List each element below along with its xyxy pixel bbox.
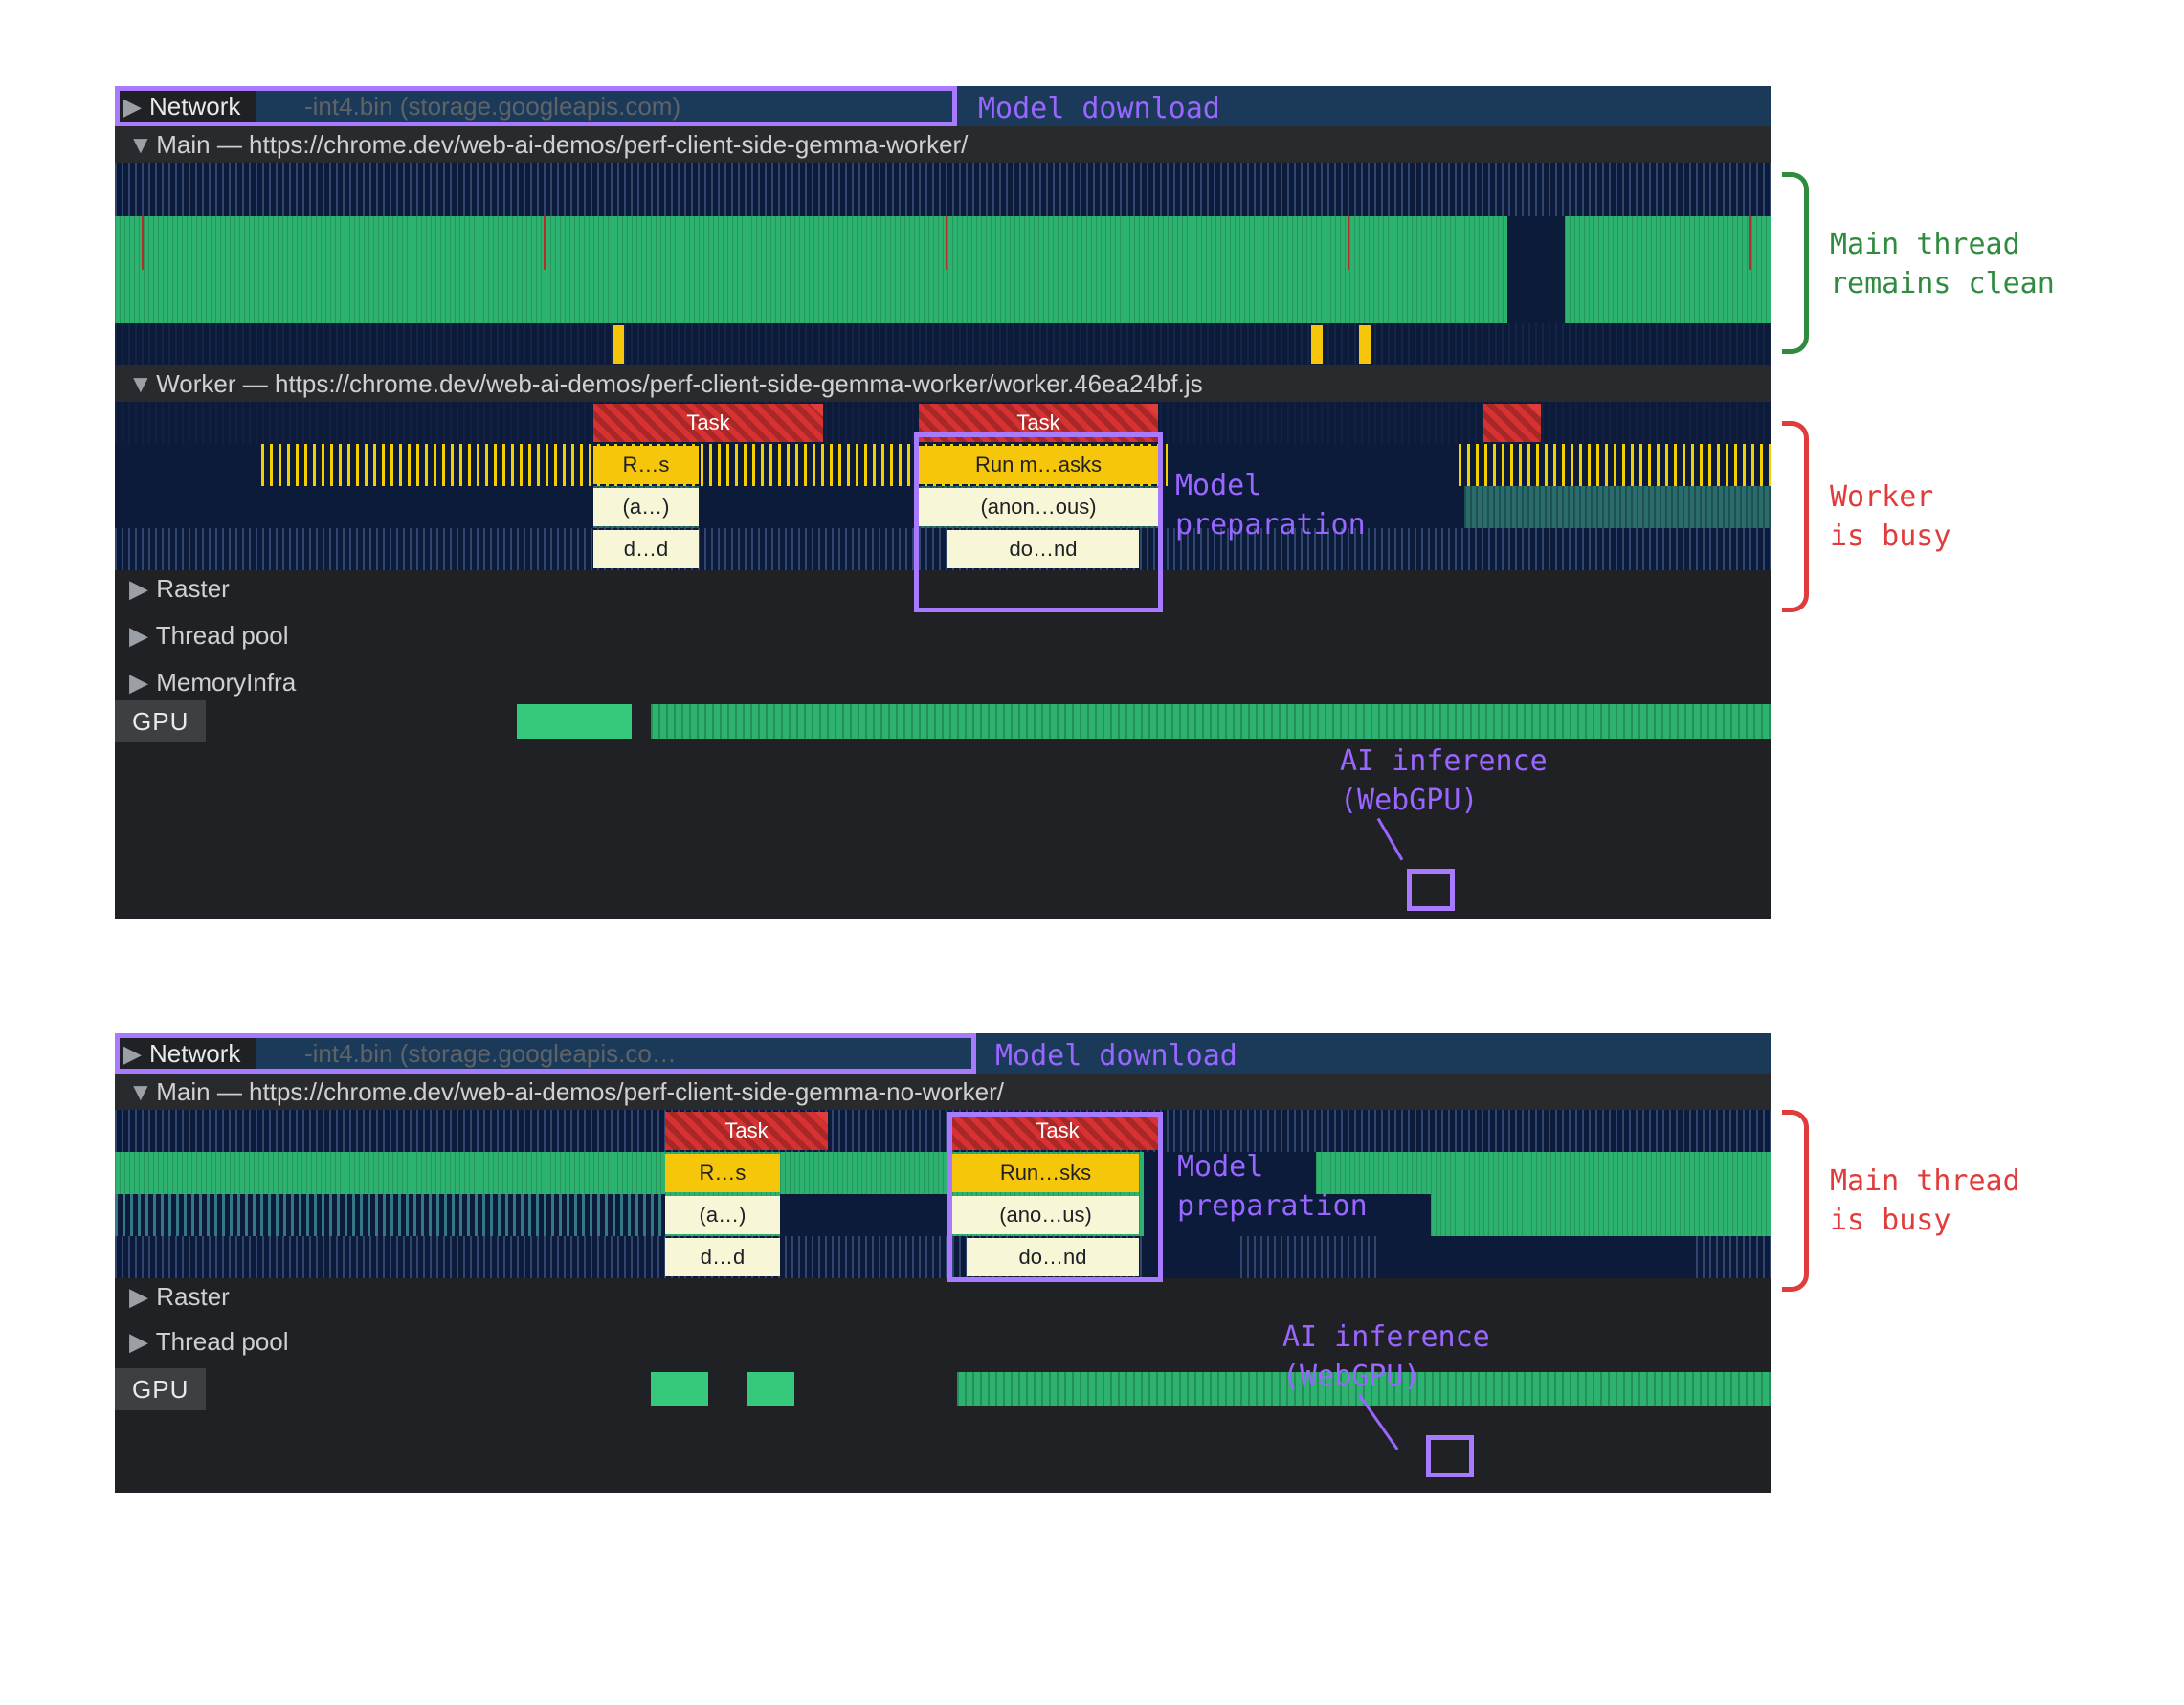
- expand-icon[interactable]: ▼: [128, 365, 149, 402]
- task-block[interactable]: Task: [952, 1112, 1163, 1150]
- task-block[interactable]: Task: [665, 1112, 828, 1150]
- highlight-gpu-inference: [1407, 869, 1455, 911]
- collapse-icon[interactable]: ▶: [128, 570, 149, 607]
- main-row-anon[interactable]: (a…) (ano…us): [115, 1194, 1771, 1236]
- network-file: -int4.bin (storage.googleapis.co…: [304, 1039, 677, 1069]
- run-block[interactable]: R…s: [593, 446, 699, 484]
- worker-row-run[interactable]: R…s Run m…asks: [115, 444, 1771, 486]
- main-row-run[interactable]: R…s Run…sks: [115, 1152, 1771, 1194]
- expand-icon[interactable]: ▼: [128, 1074, 149, 1110]
- raster-row[interactable]: ▶ Raster: [115, 1278, 1771, 1315]
- main-flame-row-4[interactable]: [115, 323, 1771, 365]
- thread-pool-row[interactable]: ▶ Thread pool: [115, 1315, 1771, 1368]
- anon-block[interactable]: (ano…us): [952, 1196, 1139, 1234]
- main-row-task[interactable]: Task Task: [115, 1110, 1771, 1152]
- main-flame-row-2[interactable]: [115, 216, 1771, 270]
- network-file: -int4.bin (storage.googleapis.com): [304, 92, 680, 122]
- brace-main-clean: [1782, 172, 1809, 354]
- download-block[interactable]: do…nd: [967, 1238, 1139, 1276]
- raster-row[interactable]: ▶ Raster: [115, 570, 1771, 607]
- collapse-icon[interactable]: ▶: [128, 664, 149, 700]
- anno-main-clean: Main thread remains clean: [1830, 226, 2055, 303]
- collapse-icon[interactable]: ▶: [128, 1315, 149, 1368]
- main-flame-row-3[interactable]: [115, 270, 1771, 323]
- collapse-icon[interactable]: ▶: [123, 92, 142, 122]
- thread-pool-row[interactable]: ▶ Thread pool: [115, 607, 1771, 664]
- network-row[interactable]: ▶ Network -int4.bin (storage.googleapis.…: [115, 1033, 1771, 1074]
- run-block[interactable]: Run m…asks: [919, 446, 1158, 484]
- anon-block[interactable]: (anon…ous): [919, 488, 1158, 526]
- run-block[interactable]: Run…sks: [952, 1154, 1139, 1192]
- worker-row-task[interactable]: Task Task: [115, 402, 1771, 444]
- main-thread-header[interactable]: ▼ Main — https://chrome.dev/web-ai-demos…: [115, 1074, 1771, 1110]
- gpu-label: GPU: [115, 700, 206, 742]
- gpu-row[interactable]: GPU: [115, 1368, 1771, 1410]
- highlight-gpu-inference: [1426, 1435, 1474, 1477]
- network-label: ▶ Network: [115, 86, 256, 126]
- anon-block[interactable]: (a…): [593, 488, 699, 526]
- task-block[interactable]: Task: [593, 404, 823, 442]
- task-block[interactable]: Task: [919, 404, 1158, 442]
- main-flame-row-1[interactable]: [115, 163, 1771, 216]
- expand-icon[interactable]: ▼: [128, 126, 149, 163]
- download-block[interactable]: d…d: [665, 1238, 780, 1276]
- network-label: ▶ Network: [115, 1033, 256, 1074]
- task-block[interactable]: [1483, 404, 1541, 442]
- download-block[interactable]: d…d: [593, 530, 699, 568]
- anno-worker-busy: Worker is busy: [1830, 478, 1950, 556]
- anon-block[interactable]: (a…): [665, 1196, 780, 1234]
- brace-worker-busy: [1782, 421, 1809, 612]
- collapse-icon[interactable]: ▶: [123, 1039, 142, 1069]
- gpu-row[interactable]: GPU: [115, 700, 1771, 742]
- profiler-panel-with-worker: ▶ Network -int4.bin (storage.googleapis.…: [115, 86, 1771, 919]
- worker-row-anon[interactable]: (a…) (anon…ous): [115, 486, 1771, 528]
- collapse-icon[interactable]: ▶: [128, 607, 149, 664]
- network-row[interactable]: ▶ Network -int4.bin (storage.googleapis.…: [115, 86, 1771, 126]
- worker-row-download[interactable]: d…d do…nd: [115, 528, 1771, 570]
- main-thread-header[interactable]: ▼ Main — https://chrome.dev/web-ai-demos…: [115, 126, 1771, 163]
- main-row-download[interactable]: d…d do…nd: [115, 1236, 1771, 1278]
- memory-infra-row[interactable]: ▶ MemoryInfra: [115, 664, 1771, 700]
- download-block[interactable]: do…nd: [947, 530, 1139, 568]
- worker-thread-header[interactable]: ▼ Worker — https://chrome.dev/web-ai-dem…: [115, 365, 1771, 402]
- anno-ai-inference: AI inference (WebGPU): [1340, 742, 1548, 820]
- gpu-label: GPU: [115, 1368, 206, 1410]
- brace-main-busy: [1782, 1110, 1809, 1292]
- collapse-icon[interactable]: ▶: [128, 1278, 149, 1315]
- profiler-panel-no-worker: ▶ Network -int4.bin (storage.googleapis.…: [115, 1033, 1771, 1493]
- run-block[interactable]: R…s: [665, 1154, 780, 1192]
- anno-main-busy: Main thread is busy: [1830, 1162, 2020, 1240]
